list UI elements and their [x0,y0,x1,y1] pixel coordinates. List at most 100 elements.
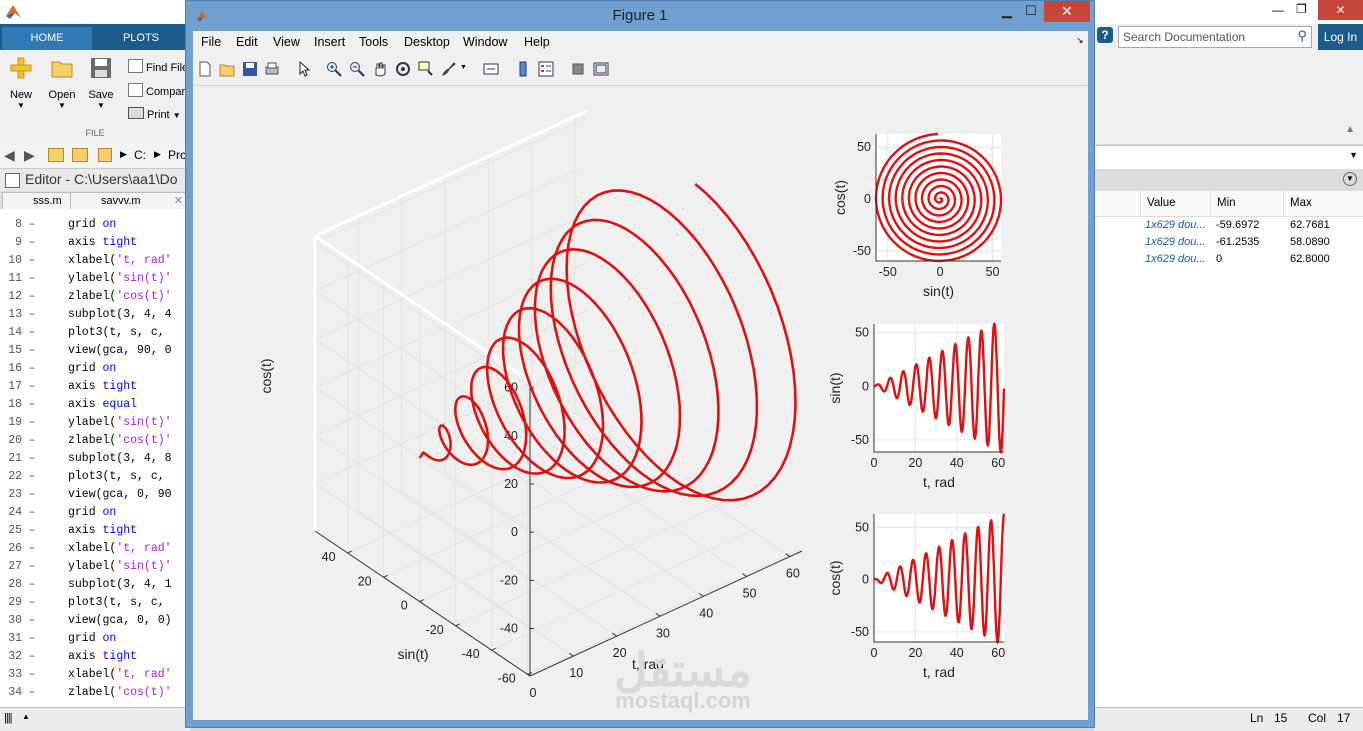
code-line[interactable]: 12– zlabel('cos(t)' [0,288,171,306]
brush-icon[interactable] [441,61,457,77]
breakpoint-marker[interactable]: – [26,468,38,486]
menu-edit[interactable]: Edit [236,35,258,49]
code-line[interactable]: 33– xlabel('t, rad' [0,666,171,684]
search-documentation-input[interactable]: Search Documentation ⚲ [1118,26,1312,48]
code-line[interactable]: 22– plot3(t, s, c, [0,468,164,486]
code-line[interactable]: 31– grid on [0,630,116,648]
code-line[interactable]: 32– axis tight [0,648,137,666]
menu-help[interactable]: Help [524,35,550,49]
breakpoint-marker[interactable]: – [26,504,38,522]
cos-subplot[interactable]: 0 20 40 60500-50t, radcos(t) [827,513,1005,680]
menu-window[interactable]: Window [463,35,507,49]
code-line[interactable]: 25– axis tight [0,522,137,540]
figure-canvas[interactable]: 0 10 20 30 40 50 60 -60 -40 -20 0 20 40 -40 -20 0 20 40 60… [193,86,1088,720]
legend-icon[interactable] [538,61,554,77]
breakpoint-marker[interactable]: – [26,378,38,396]
breakpoint-marker[interactable]: – [26,522,38,540]
breakpoint-marker[interactable]: – [26,558,38,576]
show-plot-tools-icon[interactable] [593,61,609,77]
sin-subplot[interactable]: 0 20 40 60500-50t, radsin(t) [827,322,1005,490]
breakpoint-marker[interactable]: – [26,486,38,504]
maximize-icon[interactable]: ☐ [1018,1,1044,22]
breakpoint-marker[interactable]: – [26,576,38,594]
breakpoint-marker[interactable]: – [26,216,38,234]
close-icon[interactable]: ✕ [1044,1,1090,22]
pan-hand-icon[interactable] [372,61,388,77]
ws-col-max[interactable]: Max [1284,191,1363,217]
menu-tools[interactable]: Tools [359,35,388,49]
code-line[interactable]: 21– subplot(3, 4, 8 [0,450,171,468]
figure-plots[interactable]: 0 10 20 30 40 50 60 -60 -40 -20 0 20 40 -40 -20 0 20 40 60… [193,86,1088,720]
figure-window[interactable]: Figure 1 ▁ ☐ ✕ File Edit View Insert Too… [185,0,1095,728]
breakpoint-marker[interactable]: – [26,306,38,324]
code-line[interactable]: 23– view(gca, 0, 90 [0,486,171,504]
back-arrow-icon[interactable]: ◀ [4,147,15,164]
colorbar-icon[interactable] [515,61,531,77]
menu-view[interactable]: View [273,35,300,49]
code-line[interactable]: 30– view(gca, 0, 0) [0,612,171,630]
save-figure-icon[interactable] [242,61,258,77]
new-figure-icon[interactable] [197,61,213,77]
chevron-down-icon[interactable]: ▼ [1343,172,1357,186]
code-line[interactable]: 11– ylabel('sin(t)' [0,270,171,288]
open-file-icon[interactable] [219,61,235,77]
menu-file[interactable]: File [201,35,221,49]
code-editor[interactable]: 8– grid on 9– axis tight 10– xlabel('t, rad' 1… [0,209,190,707]
ws-col-min[interactable]: Min [1211,191,1284,217]
breakpoint-marker[interactable]: – [26,396,38,414]
breakpoint-marker[interactable]: – [26,234,38,252]
log-in-button[interactable]: Log In [1318,24,1363,50]
breakpoint-marker[interactable]: – [26,324,38,342]
table-row-value[interactable]: 1x629 dou... [1145,217,1206,234]
table-row-value[interactable]: 1x629 dou... [1145,234,1206,251]
chevron-down-icon[interactable]: ▼ [1349,150,1358,160]
code-line[interactable]: 19– ylabel('sin(t)' [0,414,171,432]
chevron-down-icon[interactable]: ▼ [460,64,467,71]
breakpoint-marker[interactable]: – [26,666,38,684]
code-line[interactable]: 8– grid on [0,216,116,234]
breakpoint-marker[interactable]: – [26,684,38,702]
rotate-3d-icon[interactable] [395,61,411,77]
code-line[interactable]: 26– xlabel('t, rad' [0,540,171,558]
code-line[interactable]: 24– grid on [0,504,116,522]
browse-folder-icon[interactable] [72,148,88,162]
code-line[interactable]: 27– ylabel('sin(t)' [0,558,171,576]
breakpoint-marker[interactable]: – [26,414,38,432]
main-3d-axes[interactable]: 0102030405060-60-40-2002040-40-200204060… [258,109,803,700]
code-line[interactable]: 16– grid on [0,360,116,378]
close-icon[interactable]: ✕ [174,193,183,209]
code-line[interactable]: 14– plot3(t, s, c, [0,324,164,342]
edit-plot-arrow-icon[interactable] [296,61,312,77]
crumb-drive[interactable]: C: [134,148,146,162]
save-button[interactable]: Save ▼ [83,56,119,110]
editor-tab-savvv[interactable]: savvv.m ✕ [70,192,187,210]
code-line[interactable]: 10– xlabel('t, rad' [0,252,171,270]
find-files-button[interactable]: Find File [128,59,188,74]
data-cursor-icon[interactable] [418,61,434,77]
dock-icon[interactable]: ↘ [1076,35,1084,46]
hide-plot-tools-icon[interactable] [570,61,586,77]
crumb-program-files[interactable]: Pro [168,148,187,162]
help-icon[interactable]: ? [1097,27,1113,43]
compare-button[interactable]: Compar [128,83,185,98]
ws-col-value[interactable]: Value [1141,191,1211,217]
breakpoint-marker[interactable]: – [26,252,38,270]
scroll-up-icon[interactable]: ▲ [22,712,30,721]
right-address-bar[interactable]: ▼ [1094,145,1363,171]
breakpoint-marker[interactable]: – [26,288,38,306]
spiral-subplot[interactable]: -50 0 50 50 0 -50 sin(t) cos(t) [832,132,1003,299]
breakpoint-marker[interactable]: – [26,594,38,612]
restore-icon[interactable]: ❐ [1296,2,1307,16]
table-row-value[interactable]: 1x629 dou... [1145,251,1206,268]
breakpoint-marker[interactable]: – [26,540,38,558]
breakpoint-marker[interactable]: – [26,342,38,360]
print-button[interactable]: Print ▼ [128,107,181,121]
breakpoint-marker[interactable]: – [26,630,38,648]
code-line[interactable]: 17– axis tight [0,378,137,396]
code-line[interactable]: 13– subplot(3, 4, 4 [0,306,171,324]
breakpoint-marker[interactable]: – [26,360,38,378]
code-line[interactable]: 9– axis tight [0,234,137,252]
zoom-out-icon[interactable] [349,61,365,77]
minimize-icon[interactable]: ▁ [994,1,1020,22]
tab-home[interactable]: HOME [2,27,92,50]
